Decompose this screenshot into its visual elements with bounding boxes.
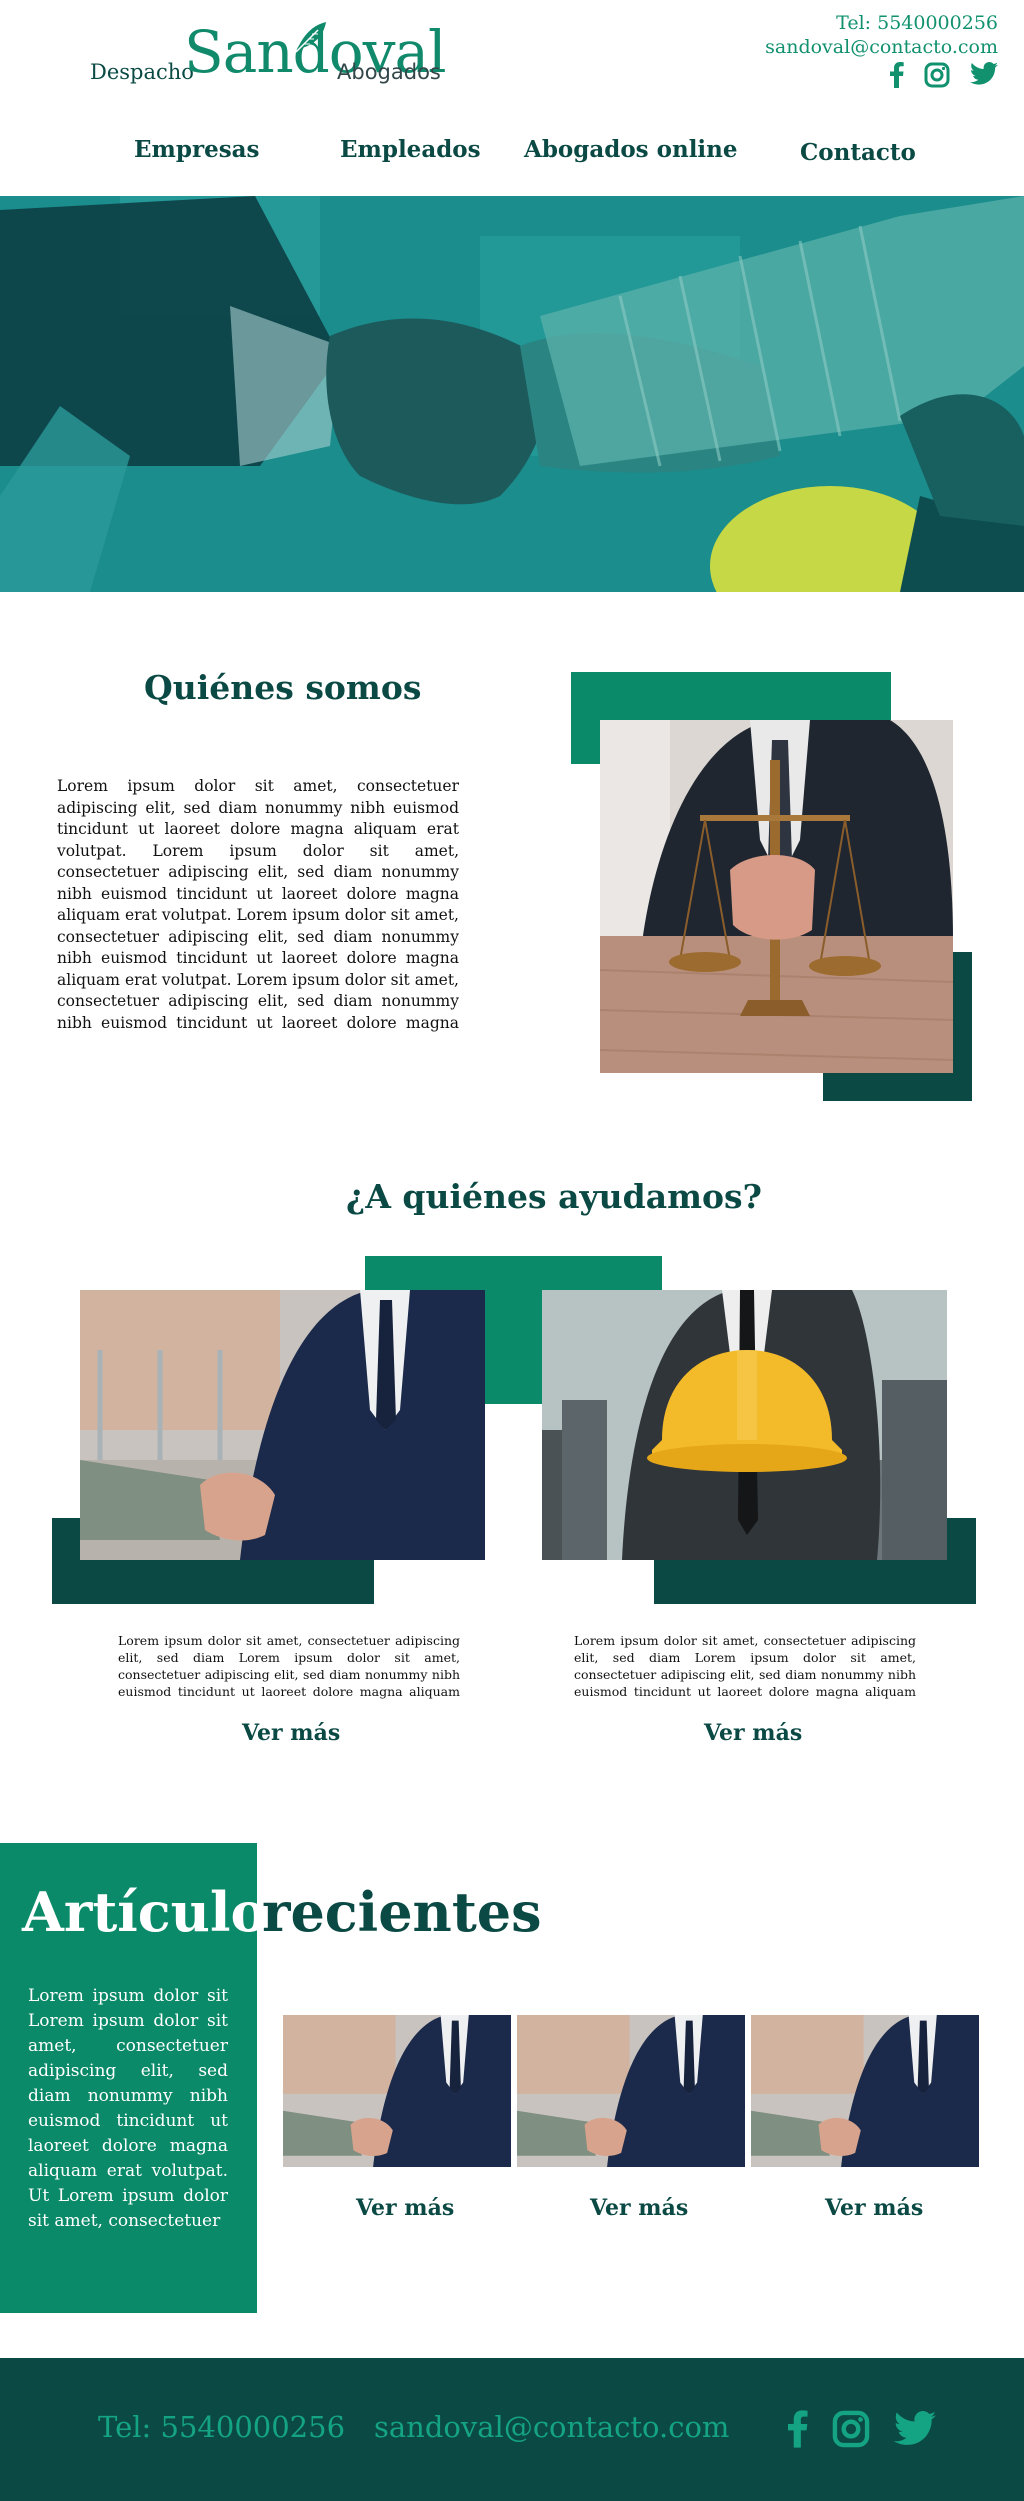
- articles-title-left: Artículos: [22, 1880, 297, 1944]
- header-social-links: [890, 62, 998, 88]
- articles-text: Lorem ipsum dolor sit Lorem ipsum dolor …: [28, 1986, 228, 2231]
- nav-item-empleados[interactable]: Empleados: [340, 136, 481, 163]
- ver-mas-link[interactable]: Ver más: [704, 1720, 802, 1746]
- article-thumbnail[interactable]: [283, 2015, 511, 2167]
- footer-phone[interactable]: Tel: 5540000256: [98, 2410, 345, 2444]
- twitter-icon[interactable]: [970, 62, 998, 88]
- ver-mas-link[interactable]: Ver más: [825, 2195, 923, 2221]
- about-text: Lorem ipsum dolor sit amet, consectetuer…: [57, 777, 459, 1036]
- hero-image: [0, 196, 1024, 592]
- help-title: ¿A quiénes ayudamos?: [346, 1177, 762, 1216]
- ver-mas-link[interactable]: Ver más: [590, 2195, 688, 2221]
- nav-item-empresas[interactable]: Empresas: [134, 136, 260, 163]
- handshake-photo: [80, 1290, 485, 1560]
- logo-prefix: Despacho: [90, 60, 194, 84]
- decor-block: [484, 1256, 542, 1404]
- facebook-icon[interactable]: [890, 62, 904, 88]
- instagram-icon[interactable]: [924, 62, 950, 88]
- about-title: Quiénes somos: [144, 668, 422, 707]
- help-card-text: Lorem ipsum dolor sit amet, consectetuer…: [574, 1633, 916, 1702]
- nav-item-abogados-online[interactable]: Abogados online: [524, 136, 738, 163]
- quill-leaf-icon: [292, 18, 330, 56]
- twitter-icon[interactable]: [894, 2411, 936, 2447]
- lawyer-scales-photo: [600, 720, 953, 1073]
- footer-social-links: [788, 2410, 936, 2448]
- nav-item-contacto[interactable]: Contacto: [800, 139, 916, 166]
- articles-title-right: recientes: [262, 1880, 542, 1944]
- article-thumbnail[interactable]: [517, 2015, 745, 2167]
- help-card-text: Lorem ipsum dolor sit amet, consectetuer…: [118, 1633, 460, 1702]
- logo-suffix: Abogados: [337, 60, 441, 84]
- instagram-icon[interactable]: [832, 2410, 870, 2448]
- article-thumbnail[interactable]: [751, 2015, 979, 2167]
- footer-email[interactable]: sandoval@contacto.com: [374, 2410, 729, 2444]
- hard-hat-photo: [542, 1290, 947, 1560]
- ver-mas-link[interactable]: Ver más: [242, 1720, 340, 1746]
- header-phone[interactable]: Tel: 5540000256: [836, 12, 998, 34]
- ver-mas-link[interactable]: Ver más: [356, 2195, 454, 2221]
- facebook-icon[interactable]: [788, 2410, 808, 2448]
- header-email[interactable]: sandoval@contacto.com: [765, 36, 998, 58]
